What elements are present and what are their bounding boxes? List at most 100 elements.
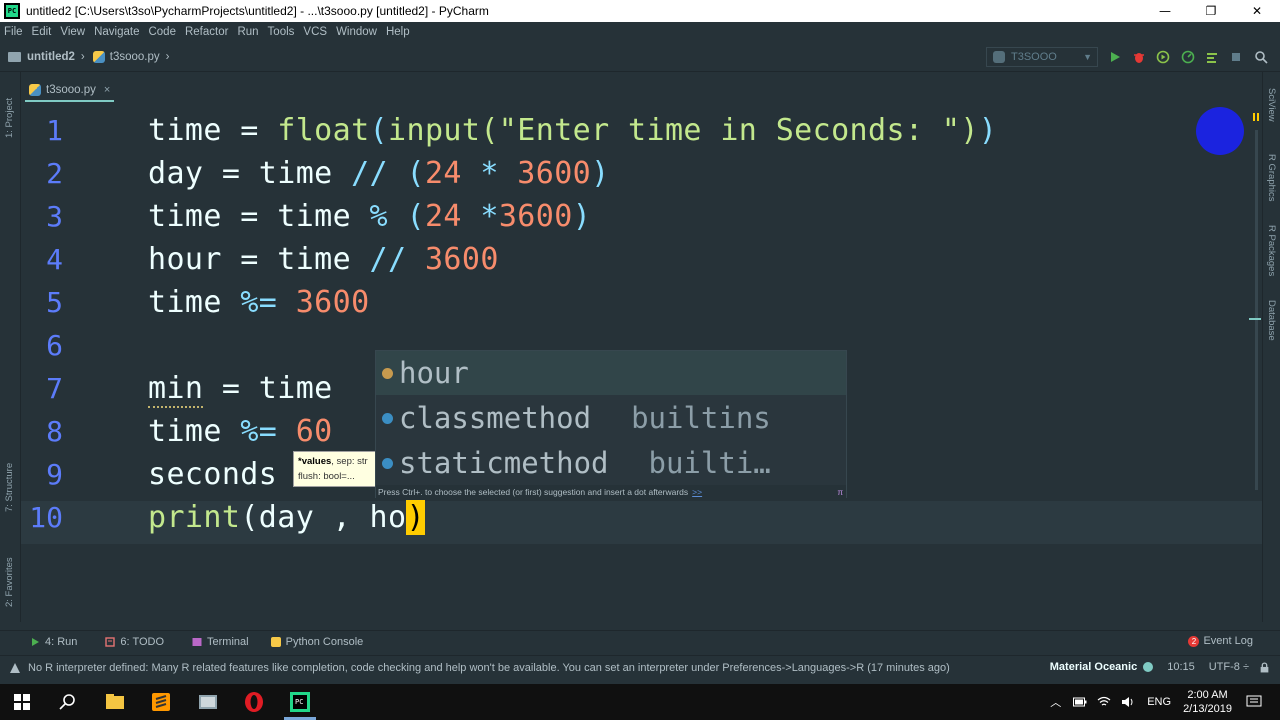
menu-refactor[interactable]: Refactor <box>185 26 228 38</box>
menu-file[interactable]: File <box>4 26 23 38</box>
class-icon <box>382 412 393 424</box>
run-icon <box>32 637 39 646</box>
breadcrumb-file[interactable]: t3sooo.py › <box>85 50 170 63</box>
breadcrumb-project[interactable]: untitled2 › <box>0 51 85 63</box>
debug-icon[interactable] <box>1132 50 1146 64</box>
status-bar: No R interpreter defined: Many R related… <box>0 655 1280 679</box>
status-message[interactable]: No R interpreter defined: Many R related… <box>28 662 950 674</box>
tool-structure[interactable]: 7: Structure <box>4 463 15 512</box>
tool-event-log[interactable]: 2 Event Log <box>1188 635 1253 647</box>
todo-icon <box>105 636 116 647</box>
line-number: 7 <box>46 372 63 405</box>
tool-r-graphics[interactable]: R Graphics <box>1266 154 1277 202</box>
tool-run[interactable]: 4: Run <box>30 636 77 648</box>
tool-project[interactable]: 1: Project <box>4 98 15 138</box>
line-number: 9 <box>46 458 63 491</box>
code-line-2: day = time // (24 * 3600) <box>148 156 610 191</box>
action-center-icon[interactable] <box>1246 695 1262 709</box>
app-icon[interactable] <box>196 690 220 714</box>
tool-favorites[interactable]: 2: Favorites <box>4 557 15 607</box>
run-configuration-select[interactable]: T3SOOO ▼ <box>986 47 1098 67</box>
menu-help[interactable]: Help <box>386 26 410 38</box>
windows-taskbar: PC ︿ ENG 2:00 AM 2/13/2019 <box>0 684 1280 720</box>
windows-start-icon[interactable] <box>10 690 34 714</box>
notification-icon <box>10 662 20 673</box>
tool-database[interactable]: Database <box>1266 300 1277 341</box>
python-file-icon <box>29 84 41 96</box>
sublime-text-icon[interactable] <box>149 690 173 714</box>
tool-python-console[interactable]: Python Console <box>270 636 363 648</box>
completion-item[interactable]: classmethod builtins <box>376 396 846 440</box>
opera-browser-icon[interactable] <box>242 690 266 714</box>
menu-window[interactable]: Window <box>336 26 377 38</box>
close-tab-icon[interactable]: × <box>104 84 110 96</box>
battery-icon[interactable] <box>1073 697 1087 707</box>
editor-tab-bar: t3sooo.py × <box>21 72 1262 110</box>
chevron-up-icon[interactable]: ︿ <box>1050 694 1061 710</box>
menu-view[interactable]: View <box>60 26 85 38</box>
caret-position[interactable]: 10:15 <box>1167 661 1195 673</box>
lock-icon[interactable] <box>1259 661 1270 673</box>
completion-popup: hour classmethod builtins staticmethod b… <box>375 350 847 499</box>
minimize-button[interactable]: — <box>1142 0 1188 22</box>
code-line-10: print(day , ho) <box>148 500 425 535</box>
line-number: 5 <box>46 286 63 319</box>
code-line-7: min = time <box>148 371 333 408</box>
run-with-coverage-icon[interactable] <box>1156 50 1170 64</box>
tool-todo[interactable]: 6: TODO <box>105 636 164 648</box>
menu-vcs[interactable]: VCS <box>303 26 327 38</box>
code-line-9: seconds <box>148 457 278 492</box>
search-everywhere-icon[interactable] <box>1254 50 1268 64</box>
code-editor[interactable]: 1 2 3 4 5 6 7 8 9 10 time = float(input(… <box>21 107 1262 606</box>
completion-item[interactable]: hour <box>376 351 846 395</box>
tool-terminal[interactable]: Terminal <box>192 636 249 648</box>
tool-sciview[interactable]: SciView <box>1266 88 1277 122</box>
input-language[interactable]: ENG <box>1147 696 1171 708</box>
window-title-bar: PC untitled2 [C:\Users\t3so\PycharmProje… <box>0 0 1280 22</box>
maximize-button[interactable]: ❐ <box>1188 0 1234 22</box>
line-number: 6 <box>46 329 63 362</box>
completion-item[interactable]: staticmethod builti… <box>376 441 846 485</box>
chevron-right-icon: › <box>165 50 170 63</box>
variable-icon <box>382 367 393 379</box>
theme-indicator[interactable]: Material Oceanic <box>1050 661 1137 673</box>
code-line-4: hour = time // 3600 <box>148 242 499 277</box>
svg-text:PC: PC <box>295 698 303 706</box>
pycharm-taskbar-icon[interactable]: PC <box>288 690 312 714</box>
clock[interactable]: 2:00 AM 2/13/2019 <box>1183 688 1232 716</box>
search-icon[interactable] <box>56 690 80 714</box>
code-line-5: time %= 3600 <box>148 285 370 320</box>
cursor-highlight-dot <box>1196 107 1244 155</box>
tool-r-packages[interactable]: R Packages <box>1266 225 1277 276</box>
editor-tab-t3sooo[interactable]: t3sooo.py × <box>25 80 115 102</box>
line-number: 3 <box>46 200 63 233</box>
profile-icon[interactable] <box>1181 50 1195 64</box>
menu-code[interactable]: Code <box>148 26 176 38</box>
concurrency-icon[interactable] <box>1205 50 1219 64</box>
menu-edit[interactable]: Edit <box>32 26 52 38</box>
file-explorer-icon[interactable] <box>103 690 127 714</box>
system-tray: ︿ ENG 2:00 AM 2/13/2019 <box>1050 684 1280 720</box>
breadcrumb-project-label: untitled2 <box>27 50 75 63</box>
menu-bar: File Edit View Navigate Code Refactor Ru… <box>0 22 1280 42</box>
python-config-icon <box>993 51 1005 63</box>
menu-navigate[interactable]: Navigate <box>94 26 139 38</box>
menu-tools[interactable]: Tools <box>268 26 295 38</box>
completion-more-link[interactable]: >> <box>692 487 702 497</box>
stop-icon[interactable] <box>1229 50 1243 64</box>
wifi-icon[interactable] <box>1097 696 1111 708</box>
left-tool-strip: 1: Project 7: Structure 2: Favorites <box>0 72 21 622</box>
event-count-badge: 2 <box>1188 635 1200 647</box>
editor-scrollbar[interactable] <box>1249 110 1261 510</box>
close-window-button[interactable]: ✕ <box>1234 0 1280 22</box>
class-icon <box>382 457 393 469</box>
line-number: 2 <box>46 157 63 190</box>
volume-icon[interactable] <box>1121 696 1135 708</box>
theme-dot-icon <box>1143 662 1154 672</box>
line-number: 10 <box>29 501 63 534</box>
tab-label: t3sooo.py <box>46 84 96 96</box>
file-encoding[interactable]: UTF-8 ÷ <box>1209 661 1249 673</box>
menu-run[interactable]: Run <box>237 26 258 38</box>
pi-icon: π <box>837 488 843 497</box>
run-icon[interactable] <box>1108 50 1122 64</box>
